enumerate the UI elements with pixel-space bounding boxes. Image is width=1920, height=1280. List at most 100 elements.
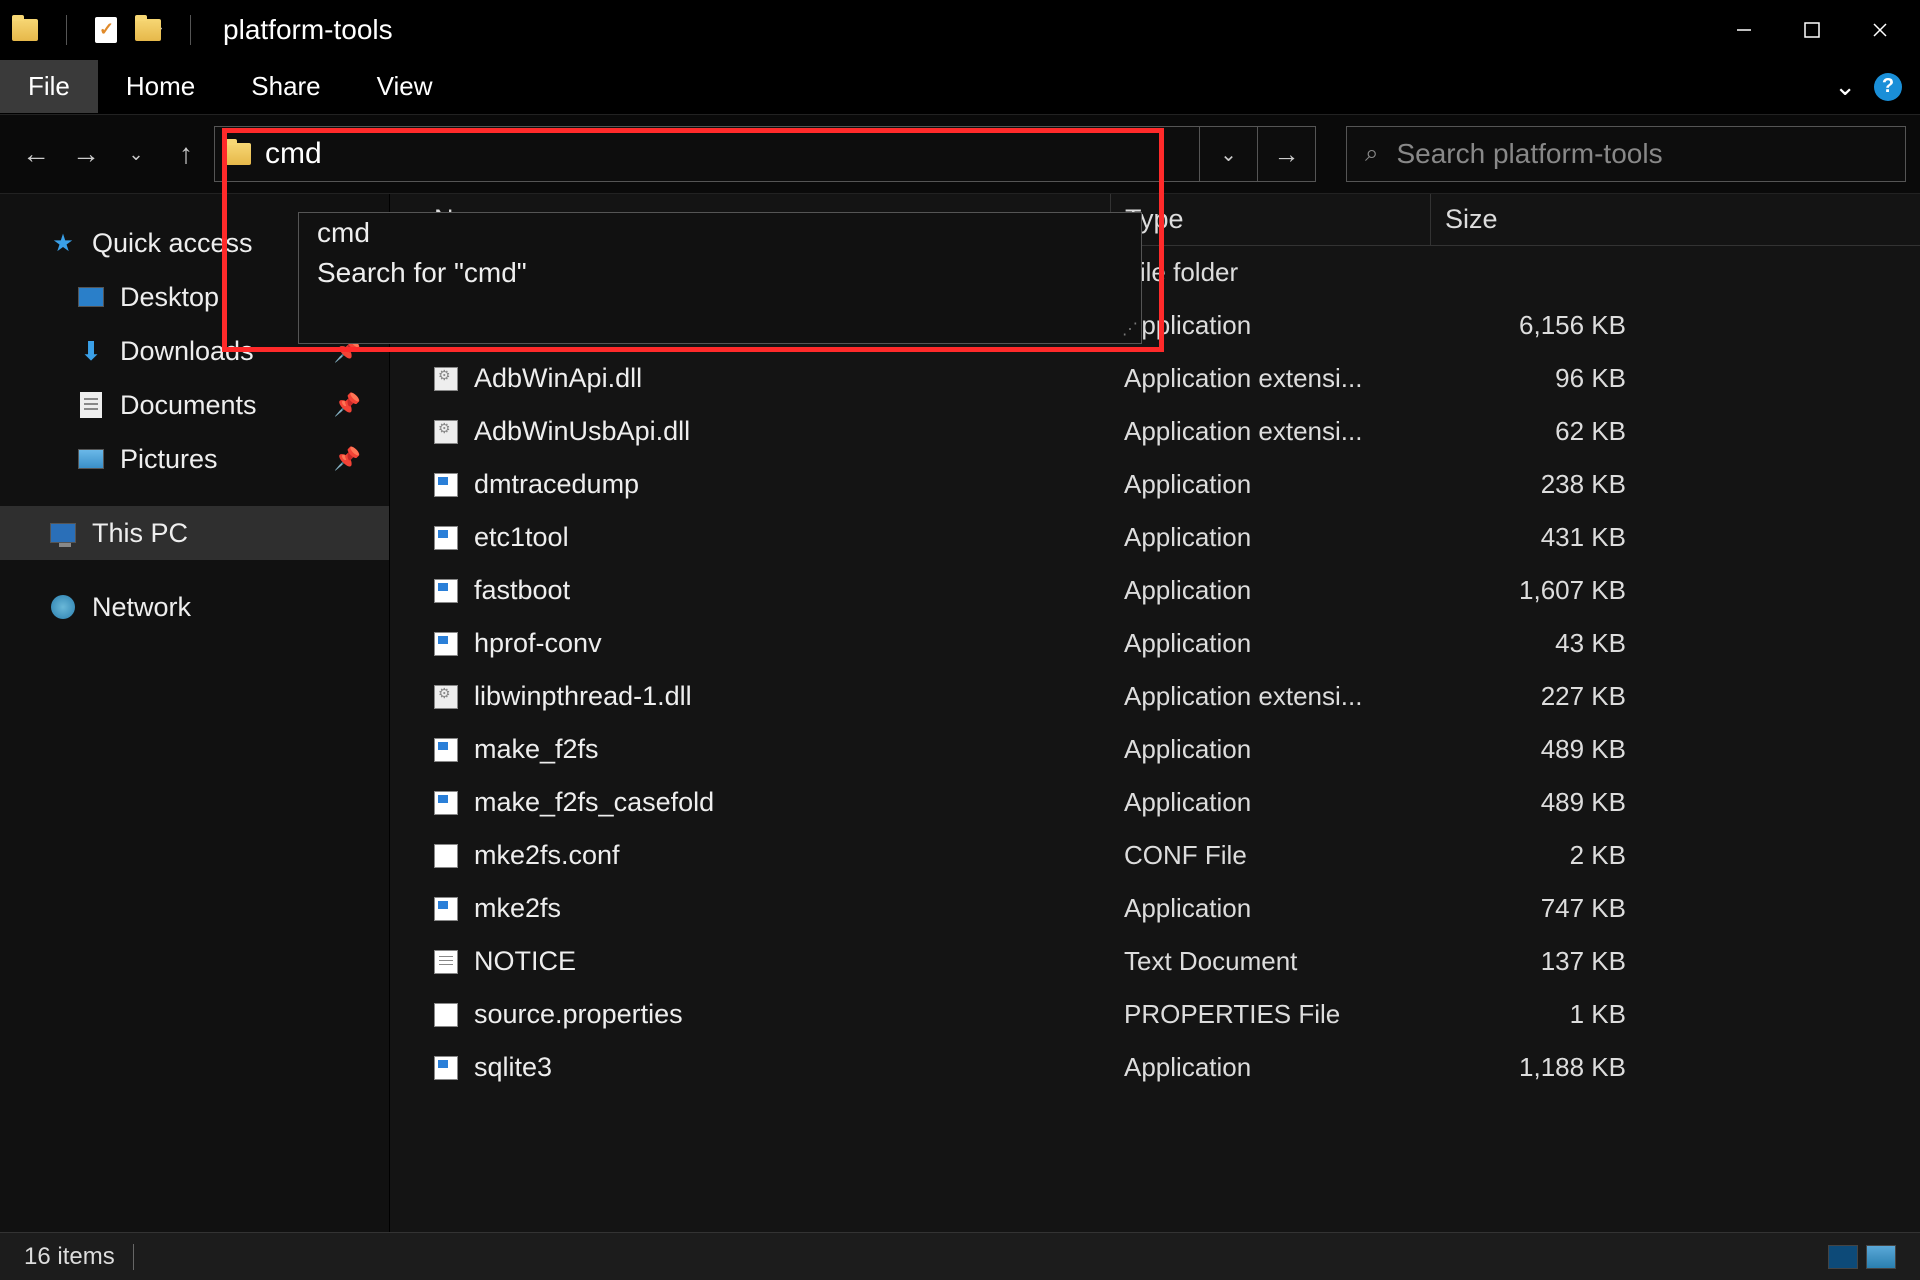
file-type: Application bbox=[1110, 787, 1430, 818]
file-size: 6,156 KB bbox=[1430, 310, 1660, 341]
file-name: hprof-conv bbox=[474, 628, 602, 659]
file-size: 1,188 KB bbox=[1430, 1052, 1660, 1083]
file-name: AdbWinUsbApi.dll bbox=[474, 416, 690, 447]
recent-dropdown[interactable]: ⌄ bbox=[114, 132, 158, 176]
up-button[interactable]: ↑ bbox=[164, 132, 208, 176]
file-name: mke2fs.conf bbox=[474, 840, 620, 871]
star-icon: ★ bbox=[50, 230, 76, 256]
sidebar-item-this-pc[interactable]: This PC bbox=[0, 506, 389, 560]
window-title: platform-tools bbox=[223, 14, 393, 46]
file-row[interactable]: hprof-conv Application43 KB bbox=[390, 617, 1920, 670]
file-type: Application extensi... bbox=[1110, 681, 1430, 712]
file-row[interactable]: sqlite3Application1,188 KB bbox=[390, 1041, 1920, 1094]
file-icon bbox=[434, 1056, 458, 1080]
search-placeholder: Search platform-tools bbox=[1396, 138, 1662, 170]
address-input[interactable] bbox=[265, 137, 1189, 171]
sidebar-item-documents[interactable]: Documents 📌 bbox=[0, 378, 389, 432]
sidebar-item-label: Downloads bbox=[120, 336, 254, 367]
network-icon bbox=[51, 595, 75, 619]
file-name: make_f2fs bbox=[474, 734, 599, 765]
file-row[interactable]: dmtracedumpApplication238 KB bbox=[390, 458, 1920, 511]
title-bar: ▾ platform-tools bbox=[0, 0, 1920, 60]
sidebar-item-pictures[interactable]: Pictures 📌 bbox=[0, 432, 389, 486]
resize-grip-icon[interactable]: ⋰ bbox=[1122, 319, 1135, 339]
file-size: 43 KB bbox=[1430, 628, 1660, 659]
file-name: dmtracedump bbox=[474, 469, 639, 500]
search-icon: ⌕ bbox=[1365, 140, 1378, 168]
file-name: sqlite3 bbox=[474, 1052, 552, 1083]
file-icon bbox=[434, 473, 458, 497]
file-name: source.properties bbox=[474, 999, 683, 1030]
file-type: Application bbox=[1110, 734, 1430, 765]
app-folder-icon bbox=[12, 19, 38, 41]
file-row[interactable]: source.propertiesPROPERTIES File1 KB bbox=[390, 988, 1920, 1041]
file-icon bbox=[434, 844, 458, 868]
file-type: Application bbox=[1110, 628, 1430, 659]
minimize-button[interactable] bbox=[1710, 5, 1778, 55]
details-view-button[interactable] bbox=[1828, 1245, 1858, 1269]
pictures-icon bbox=[78, 449, 104, 469]
search-box[interactable]: ⌕ Search platform-tools bbox=[1346, 126, 1906, 182]
tab-view[interactable]: View bbox=[349, 60, 461, 113]
tab-file[interactable]: File bbox=[0, 60, 98, 113]
file-row[interactable]: fastbootApplication1,607 KB bbox=[390, 564, 1920, 617]
content-area: ★ Quick access Desktop 📌 ⬇ Downloads 📌 D… bbox=[0, 194, 1920, 1232]
file-row[interactable]: mke2fsApplication747 KB bbox=[390, 882, 1920, 935]
nav-row: ← → ⌄ ↑ ⌄ → ⌕ Search platform-tools bbox=[0, 114, 1920, 194]
file-type: Application bbox=[1110, 522, 1430, 553]
file-icon bbox=[434, 579, 458, 603]
file-name: AdbWinApi.dll bbox=[474, 363, 642, 394]
ribbon-expand-icon[interactable]: ⌄ bbox=[1834, 71, 1856, 102]
file-row[interactable]: make_f2fs_casefoldApplication489 KB bbox=[390, 776, 1920, 829]
ribbon: File Home Share View ⌄ ? bbox=[0, 60, 1920, 114]
forward-button[interactable]: → bbox=[64, 132, 108, 176]
column-header-type[interactable]: Type bbox=[1110, 194, 1430, 245]
help-button[interactable]: ? bbox=[1874, 73, 1902, 101]
sidebar-item-label: Quick access bbox=[92, 228, 253, 259]
file-size: 489 KB bbox=[1430, 734, 1660, 765]
file-size: 747 KB bbox=[1430, 893, 1660, 924]
file-icon bbox=[434, 950, 458, 974]
back-button[interactable]: ← bbox=[14, 132, 58, 176]
file-size: 489 KB bbox=[1430, 787, 1660, 818]
suggestion-item[interactable]: cmd bbox=[299, 213, 1141, 253]
separator bbox=[133, 1244, 134, 1270]
file-row[interactable]: mke2fs.confCONF File2 KB bbox=[390, 829, 1920, 882]
address-bar[interactable] bbox=[214, 126, 1200, 182]
address-go-button[interactable]: → bbox=[1258, 126, 1316, 182]
close-button[interactable] bbox=[1846, 5, 1914, 55]
file-type: Application bbox=[1110, 893, 1430, 924]
tab-share[interactable]: Share bbox=[223, 60, 348, 113]
sidebar-item-label: Network bbox=[92, 592, 191, 623]
document-icon bbox=[80, 392, 102, 418]
file-icon bbox=[434, 1003, 458, 1027]
file-size: 62 KB bbox=[1430, 416, 1660, 447]
file-icon bbox=[434, 526, 458, 550]
thumbnails-view-button[interactable] bbox=[1866, 1245, 1896, 1269]
file-list[interactable]: systraceFile folderadbApplication6,156 K… bbox=[390, 246, 1920, 1232]
file-name: NOTICE bbox=[474, 946, 576, 977]
suggestion-item[interactable]: Search for "cmd" bbox=[299, 253, 1141, 293]
file-row[interactable]: AdbWinApi.dllApplication extensi...96 KB bbox=[390, 352, 1920, 405]
address-history-button[interactable]: ⌄ bbox=[1200, 126, 1258, 182]
maximize-button[interactable] bbox=[1778, 5, 1846, 55]
file-row[interactable]: libwinpthread-1.dll Application extensi..… bbox=[390, 670, 1920, 723]
file-size: 1,607 KB bbox=[1430, 575, 1660, 606]
navigation-pane: ★ Quick access Desktop 📌 ⬇ Downloads 📌 D… bbox=[0, 194, 390, 1232]
file-row[interactable]: make_f2fs Application489 KB bbox=[390, 723, 1920, 776]
column-header-size[interactable]: Size bbox=[1430, 194, 1660, 245]
file-name: libwinpthread-1.dll bbox=[474, 681, 692, 712]
tab-home[interactable]: Home bbox=[98, 60, 223, 113]
file-row[interactable]: NOTICEText Document137 KB bbox=[390, 935, 1920, 988]
file-type: CONF File bbox=[1110, 840, 1430, 871]
file-type: File folder bbox=[1110, 257, 1430, 288]
sidebar-item-label: Documents bbox=[120, 390, 257, 421]
file-icon bbox=[434, 685, 458, 709]
file-size: 1 KB bbox=[1430, 999, 1660, 1030]
new-folder-icon[interactable] bbox=[135, 19, 161, 41]
file-row[interactable]: AdbWinUsbApi.dllApplication extensi...62… bbox=[390, 405, 1920, 458]
file-size: 96 KB bbox=[1430, 363, 1660, 394]
file-row[interactable]: etc1toolApplication431 KB bbox=[390, 511, 1920, 564]
sidebar-item-network[interactable]: Network bbox=[0, 580, 389, 634]
properties-icon[interactable] bbox=[95, 17, 117, 43]
